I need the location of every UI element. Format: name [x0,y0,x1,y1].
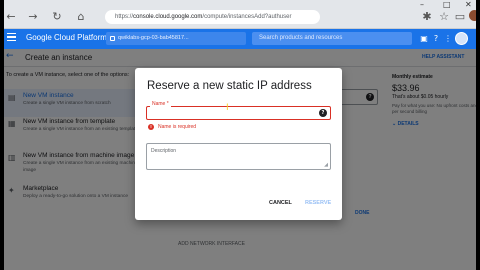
cancel-button[interactable]: CANCEL [269,200,292,206]
project-selector[interactable]: qwiklabs-gcp-03-bab45817... [106,32,246,45]
right-letterbox [476,0,480,270]
extensions-icon[interactable]: ✱ [420,10,434,24]
search-placeholder: Search products and resources [259,35,343,41]
forward-icon[interactable]: → [26,10,40,24]
name-help-icon[interactable]: ? [319,109,327,117]
cast-icon[interactable]: ▭ [453,10,467,24]
mouse-cursor-icon: I [226,103,229,113]
url-host: console.cloud.google.com [133,14,203,20]
name-error-message: Name is required [158,124,197,130]
reserve-static-ip-dialog: Reserve a new static IP address Name * ?… [135,68,342,220]
description-label: Description [151,148,177,154]
more-vert-icon[interactable]: ⋮ [442,32,454,45]
address-bar[interactable]: https://console.cloud.google.com/compute… [105,10,320,24]
hamburger-menu-icon[interactable] [7,33,17,43]
bookmark-icon[interactable]: ☆ [437,10,451,24]
project-icon [110,36,115,41]
minimize-icon[interactable]: – [420,0,424,9]
reload-icon[interactable]: ↻ [50,10,64,24]
dialog-title: Reserve a new static IP address [147,80,312,92]
project-name: qwiklabs-gcp-03-bab45817... [118,35,189,41]
app-title[interactable]: Google Cloud Platform [26,33,107,42]
url-path: /compute/instancesAdd?authuser [202,14,292,20]
name-input[interactable] [146,106,331,120]
url-prefix: https:// [115,14,134,20]
resize-handle-icon[interactable]: ◢ [324,162,328,168]
close-window-icon[interactable]: ✕ [465,0,472,9]
maximize-icon[interactable]: □ [443,0,451,9]
account-avatar[interactable] [455,32,468,45]
reserve-button[interactable]: RESERVE [305,200,331,206]
search-input[interactable]: Search products and resources [252,32,412,45]
error-icon: ! [148,124,154,130]
required-mark: * [166,101,169,107]
left-letterbox [0,0,4,270]
gcp-header: Google Cloud Platform qwiklabs-gcp-03-ba… [0,29,480,49]
browser-toolbar: ← → ↻ ⌂ https://console.cloud.google.com… [0,0,480,29]
name-label-text: Name [152,101,166,107]
description-input[interactable]: Description ◢ [146,143,331,170]
cloud-shell-icon[interactable]: ▣ [418,32,430,45]
help-icon[interactable]: ? [430,32,442,45]
back-icon[interactable]: ← [4,10,18,24]
home-icon[interactable]: ⌂ [74,10,88,24]
name-label: Name * [150,101,171,107]
